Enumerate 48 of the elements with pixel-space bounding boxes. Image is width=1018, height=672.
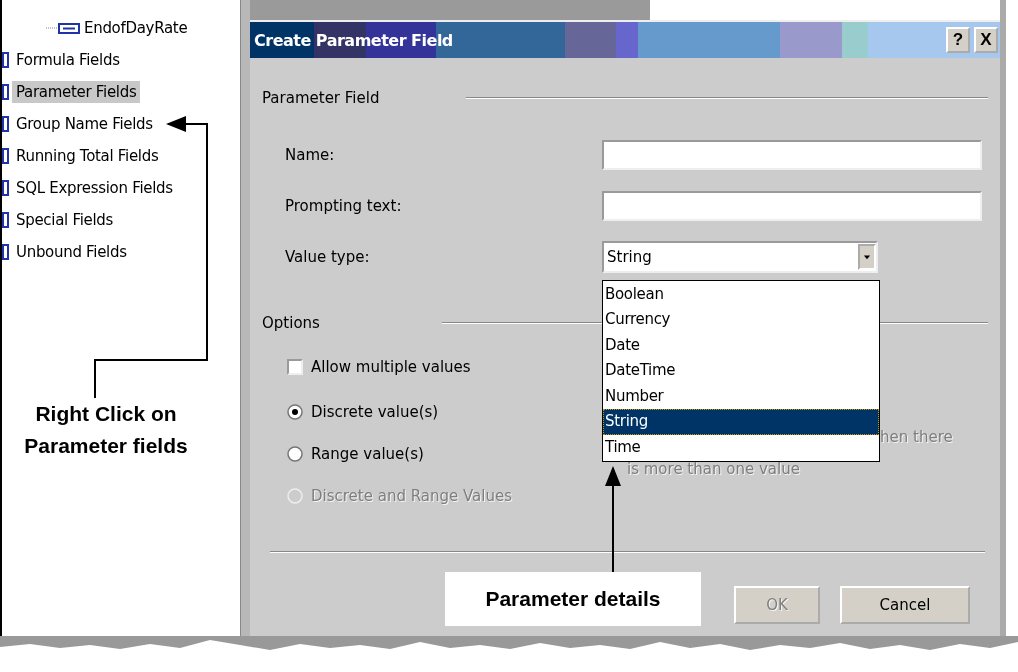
tree-item[interactable]: Unbound Fields	[12, 241, 131, 263]
caret-icon[interactable]	[858, 243, 876, 270]
help-button[interactable]: ?	[946, 27, 970, 53]
tree-item[interactable]: SQL Expression Fields	[12, 177, 177, 199]
callout-text: Parameter details	[445, 572, 701, 626]
dialog-title: Create Parameter Field	[253, 30, 453, 50]
checkbox[interactable]	[287, 359, 303, 375]
radio-label: Discrete and Range Values	[311, 487, 513, 505]
field-icon	[2, 212, 10, 228]
value-type-dropdown[interactable]: String	[602, 240, 878, 273]
input-field[interactable]	[602, 139, 982, 170]
section-heading: Parameter Field	[262, 89, 380, 107]
field-label: Prompting text:	[285, 196, 403, 215]
radio-label: Range value(s)	[311, 445, 424, 463]
tree-item[interactable]: Formula Fields	[12, 49, 124, 71]
callout-text: Right Click on Parameter fields	[23, 401, 189, 459]
field-icon	[2, 244, 10, 260]
field-icon	[2, 148, 10, 164]
input-field[interactable]	[602, 190, 982, 221]
field-icon	[2, 180, 10, 196]
radio-button[interactable]	[287, 404, 303, 420]
splitter-bar[interactable]	[240, 0, 250, 636]
radio-label: Discrete value(s)	[311, 403, 439, 421]
tree-item[interactable]: Parameter Fields	[12, 81, 141, 103]
dialog-button[interactable]: Cancel	[840, 586, 970, 624]
field-icon	[2, 84, 10, 100]
field-label: Name:	[285, 145, 336, 164]
field-icon	[2, 52, 10, 68]
radio-button[interactable]	[287, 446, 303, 462]
section-heading: Options	[262, 314, 320, 332]
checkbox-label: Allow multiple values	[311, 358, 471, 376]
tree-item[interactable]: Running Total Fields	[12, 145, 163, 167]
close-button[interactable]: X	[974, 27, 998, 53]
field-icon	[2, 116, 10, 132]
dropdown-option[interactable]: Date	[603, 332, 879, 358]
dropdown-option[interactable]: Time	[603, 434, 879, 460]
tree-item[interactable]: Group Name Fields	[12, 113, 157, 135]
hint-text: is more than one value	[627, 461, 800, 478]
field-icon	[46, 22, 80, 34]
tree-item[interactable]: Special Fields	[12, 209, 118, 231]
dropdown-option[interactable]: DateTime	[603, 358, 879, 384]
tree-item[interactable]: EndofDayRate	[80, 17, 192, 39]
dropdown-option[interactable]: Currency	[603, 307, 879, 333]
dropdown-option[interactable]: String	[603, 409, 879, 435]
field-label: Value type:	[285, 247, 371, 266]
dropdown-option[interactable]: Number	[603, 383, 879, 409]
hint-text: hen there	[880, 429, 953, 446]
dropdown-option[interactable]: Boolean	[603, 281, 879, 307]
